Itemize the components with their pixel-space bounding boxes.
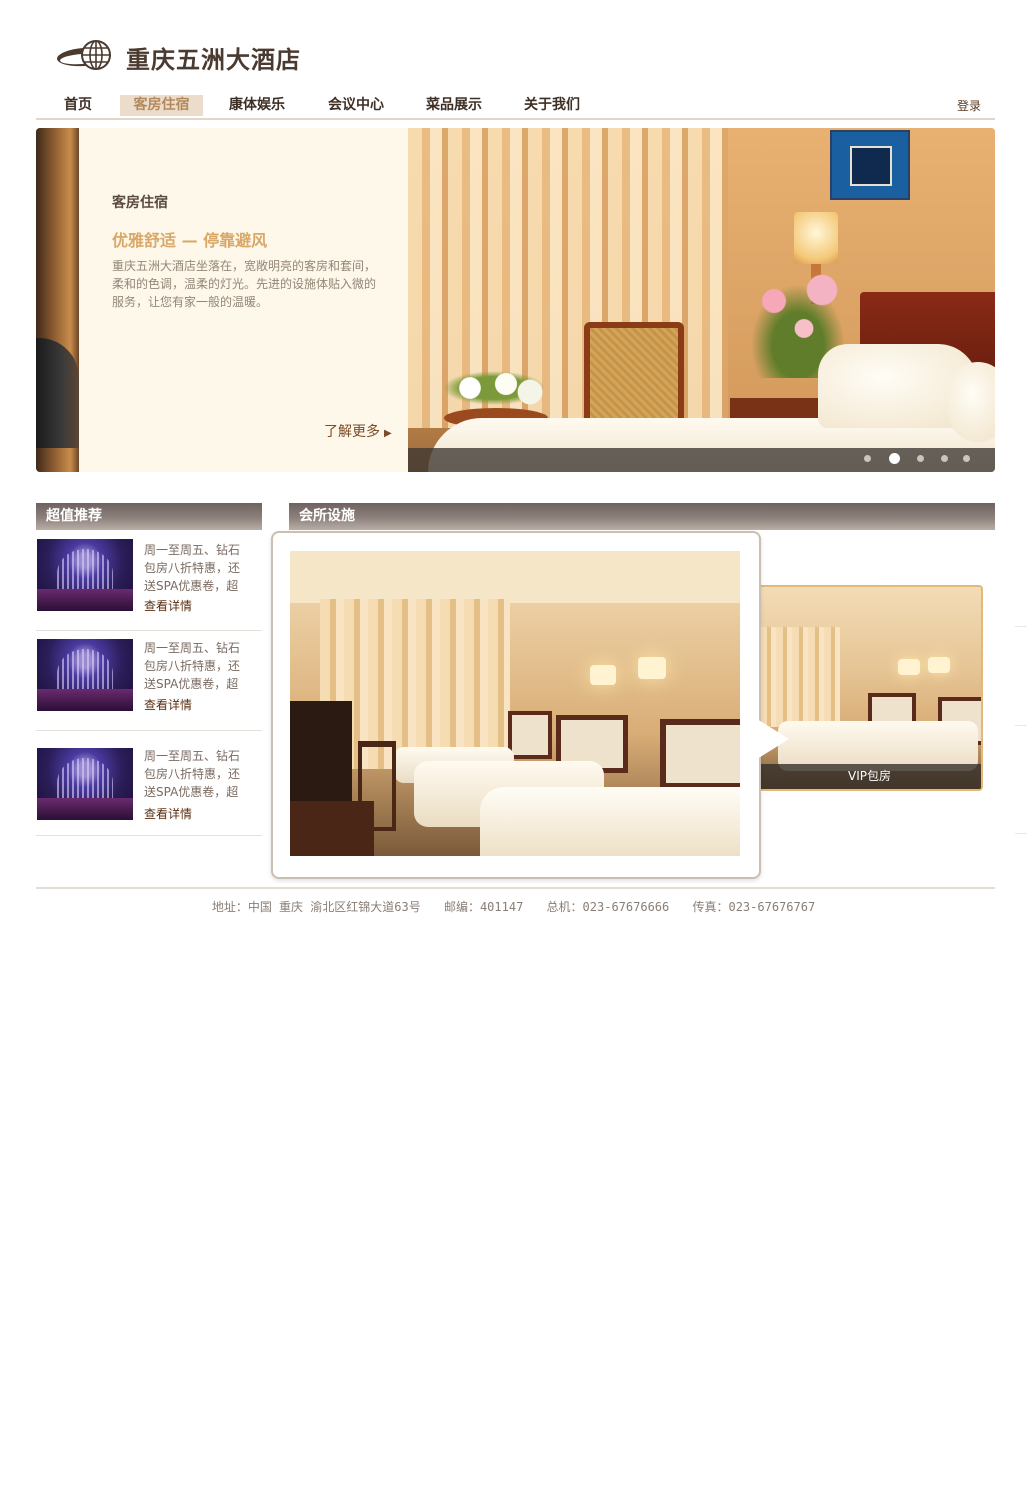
learn-more-link[interactable]: 了解更多 ▶: [324, 421, 392, 441]
view-details-link[interactable]: 查看详情: [144, 805, 192, 822]
wall-lamp-graphic-2: [928, 657, 950, 673]
main-nav: 首页 客房住宿 康体娱乐 会议中心 菜品展示 关于我们 登录: [36, 95, 995, 120]
view-details-link[interactable]: 查看详情: [144, 696, 192, 713]
footer-fax: 传真：023-67676767: [692, 900, 816, 914]
nav-item-recreation[interactable]: 康体娱乐: [219, 95, 295, 116]
globe-swoosh-icon: [57, 40, 111, 70]
promo-item: 周一至周五、钻石包房八折特惠，还送SPA优惠卷，超 查看详情: [36, 530, 262, 631]
recommend-section: 超值推荐 周一至周五、钻石包房八折特惠，还送SPA优惠卷，超 查看详情 周一至周…: [36, 503, 262, 836]
headboard-graphic: [508, 711, 552, 759]
facility-featured-card[interactable]: [271, 531, 761, 879]
hotel-brand-name[interactable]: 重庆五洲大酒店: [126, 40, 301, 75]
pillow-graphic-2: [948, 362, 995, 442]
banner-headline: 优雅舒适 — 停靠避风: [112, 231, 268, 250]
nav-item-conference[interactable]: 会议中心: [318, 95, 394, 116]
bed-graphic-3: [480, 787, 740, 856]
promo-text: 周一至周五、钻石包房八折特惠，还送SPA优惠卷，超: [144, 749, 241, 799]
divider: [1015, 725, 1027, 726]
ceiling-graphic: [290, 551, 740, 603]
learn-more-label: 了解更多: [324, 424, 380, 440]
promo-text: 周一至周五、钻石包房八折特惠，还送SPA优惠卷，超: [144, 641, 241, 691]
footer-info: 地址：中国 重庆 渝北区红锦大道63号 邮编：401147 总机：023-676…: [0, 898, 1027, 915]
nav-item-dishes[interactable]: 菜品展示: [416, 95, 492, 116]
promo-thumbnail[interactable]: [37, 748, 133, 820]
banner-description: 重庆五洲大酒店坐落在，宽敞明亮的客房和套间，柔和的色调，温柔的灯光。先进的设施体…: [112, 259, 377, 309]
facility-caption: VIP包房: [758, 764, 981, 789]
banner-room-photo: [408, 128, 995, 472]
wall-painting-graphic: [830, 130, 910, 200]
slide-dot-1[interactable]: [864, 455, 871, 462]
banner-category: 客房住宿: [112, 195, 168, 211]
footer-phone: 总机：023-67676666: [546, 900, 670, 914]
wall-lamp-graphic: [898, 659, 920, 675]
facility-thumbnail-card[interactable]: VIP包房: [756, 585, 983, 791]
wall-lamp-graphic: [590, 665, 616, 685]
promo-thumbnail[interactable]: [37, 639, 133, 711]
banner-text-panel: 客房住宿 优雅舒适 — 停靠避风 重庆五洲大酒店坐落在，宽敞明亮的客房和套间，柔…: [79, 128, 408, 472]
slide-indicator-bar: [408, 448, 995, 472]
slide-dot-3[interactable]: [917, 455, 924, 462]
wall-lamp-graphic-2: [638, 657, 666, 679]
facilities-section: 会所设施: [289, 503, 995, 530]
divider: [1015, 833, 1027, 834]
flower-arrangement-graphic: [434, 368, 554, 408]
headboard-graphic-3: [660, 719, 740, 789]
slide-dot-5[interactable]: [963, 455, 970, 462]
footer-divider: [36, 887, 995, 889]
nav-item-about[interactable]: 关于我们: [514, 95, 590, 116]
promo-item: 周一至周五、钻石包房八折特惠，还送SPA优惠卷，超 查看详情: [36, 730, 262, 836]
hero-banner: 客房住宿 优雅舒适 — 停靠避风 重庆五洲大酒店坐落在，宽敞明亮的客房和套间，柔…: [36, 128, 995, 472]
tv-cabinet-graphic: [290, 701, 352, 811]
nav-item-home[interactable]: 首页: [50, 95, 106, 116]
nav-item-rooms[interactable]: 客房住宿: [120, 95, 203, 116]
promo-thumbnail[interactable]: [37, 539, 133, 611]
table-lamp-graphic: [794, 212, 838, 264]
facilities-title: 会所设施: [289, 503, 995, 530]
featured-room-photo: [290, 551, 740, 856]
triangle-right-icon: ▶: [384, 428, 392, 439]
divider: [1015, 626, 1027, 627]
recommend-title: 超值推荐: [36, 503, 262, 530]
footer-address: 地址：中国 重庆 渝北区红锦大道63号: [211, 900, 421, 914]
slide-dot-4[interactable]: [941, 455, 948, 462]
footer-postcode: 邮编：401147: [443, 900, 524, 914]
promo-text: 周一至周五、钻石包房八折特惠，还送SPA优惠卷，超: [144, 543, 241, 593]
promo-item: 周一至周五、钻石包房八折特惠，还送SPA优惠卷，超 查看详情: [36, 630, 262, 731]
login-link[interactable]: 登录: [957, 97, 981, 114]
curtain-graphic: [760, 627, 840, 727]
chair-graphic: [358, 741, 396, 831]
previous-slide-peek[interactable]: [36, 128, 79, 472]
card-pointer-arrow: [757, 719, 789, 759]
view-details-link[interactable]: 查看详情: [144, 597, 192, 614]
slide-dot-2[interactable]: [889, 453, 900, 464]
